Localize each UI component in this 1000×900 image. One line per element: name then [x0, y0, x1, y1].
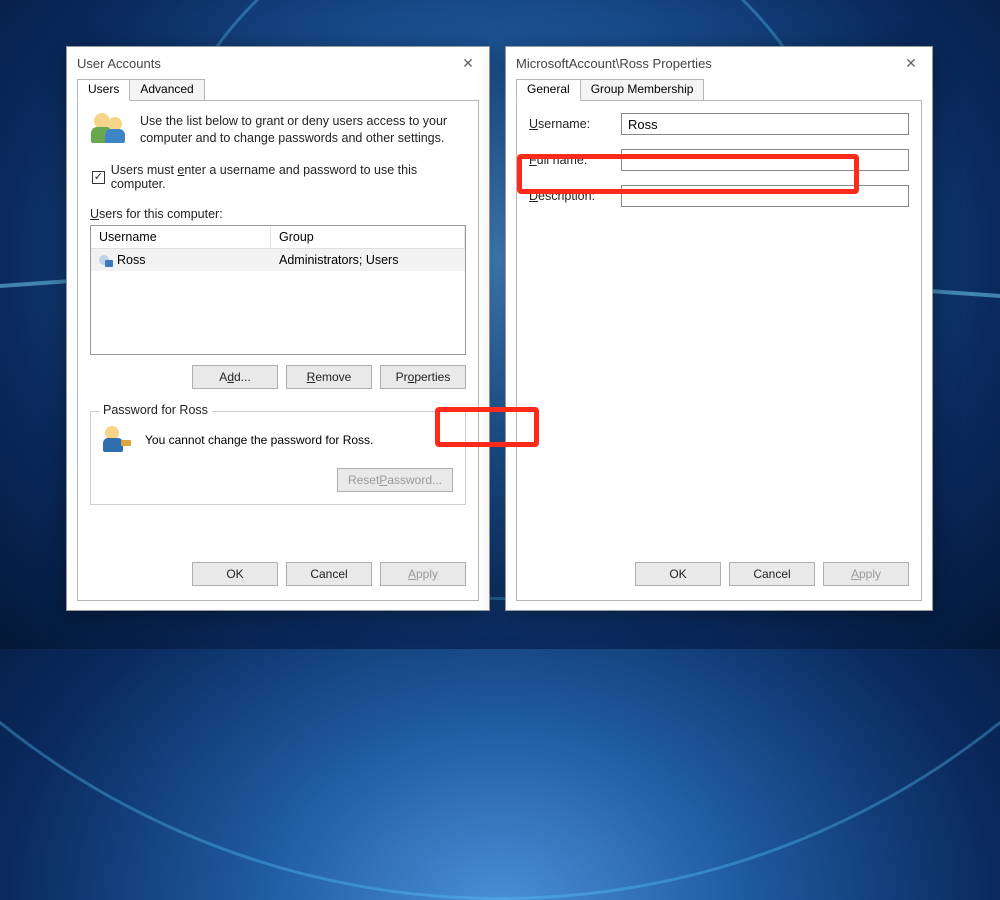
table-row[interactable]: Ross Administrators; Users — [91, 249, 465, 271]
ok-button[interactable]: OK — [192, 562, 278, 586]
password-text: You cannot change the password for Ross. — [145, 433, 373, 447]
tabstrip: General Group Membership — [516, 79, 922, 101]
users-listview[interactable]: Username Group Ross Administrators; User… — [90, 225, 466, 355]
tab-body-users: Use the list below to grant or deny user… — [77, 101, 479, 601]
tab-general[interactable]: General — [516, 79, 581, 101]
users-icon — [90, 113, 130, 149]
fullname-input[interactable] — [621, 149, 909, 171]
ok-button[interactable]: OK — [635, 562, 721, 586]
col-username[interactable]: Username — [91, 226, 271, 248]
listview-header: Username Group — [91, 226, 465, 249]
tab-advanced[interactable]: Advanced — [129, 79, 204, 100]
cancel-button[interactable]: Cancel — [286, 562, 372, 586]
tab-group-membership[interactable]: Group Membership — [580, 79, 705, 100]
user-row-icon — [99, 255, 113, 267]
fullname-label: Full name: — [529, 153, 621, 167]
apply-button: Apply — [823, 562, 909, 586]
dialog-title: MicrosoftAccount\Ross Properties — [516, 56, 898, 71]
users-for-label: Users for this computer: — [90, 207, 466, 221]
description-label: Description: — [529, 189, 621, 203]
titlebar[interactable]: User Accounts ✕ — [67, 47, 489, 79]
password-legend: Password for Ross — [99, 403, 212, 417]
apply-button: Apply — [380, 562, 466, 586]
row-username: Ross — [117, 253, 145, 267]
properties-button[interactable]: Properties — [380, 365, 466, 389]
user-key-icon — [103, 426, 133, 454]
dialog-title: User Accounts — [77, 56, 455, 71]
intro-text: Use the list below to grant or deny user… — [140, 113, 466, 149]
description-input[interactable] — [621, 185, 909, 207]
row-group: Administrators; Users — [271, 249, 465, 271]
tab-body-general: Username: Full name: Description: OK Can… — [516, 101, 922, 601]
user-accounts-dialog: User Accounts ✕ Users Advanced Use the l… — [66, 46, 490, 611]
require-login-checkbox[interactable] — [92, 171, 105, 184]
titlebar[interactable]: MicrosoftAccount\Ross Properties ✕ — [506, 47, 932, 79]
col-group[interactable]: Group — [271, 226, 465, 248]
require-login-label: Users must enter a username and password… — [111, 163, 466, 191]
password-groupbox: Password for Ross You cannot change the … — [90, 411, 466, 505]
remove-button[interactable]: Remove — [286, 365, 372, 389]
reset-password-button: Reset Password... — [337, 468, 453, 492]
close-icon[interactable]: ✕ — [455, 55, 481, 72]
close-icon[interactable]: ✕ — [898, 55, 924, 72]
tab-users[interactable]: Users — [77, 79, 130, 101]
tabstrip: Users Advanced — [77, 79, 479, 101]
cancel-button[interactable]: Cancel — [729, 562, 815, 586]
add-button[interactable]: Add... — [192, 365, 278, 389]
username-input[interactable] — [621, 113, 909, 135]
username-label: Username: — [529, 117, 621, 131]
user-properties-dialog: MicrosoftAccount\Ross Properties ✕ Gener… — [505, 46, 933, 611]
